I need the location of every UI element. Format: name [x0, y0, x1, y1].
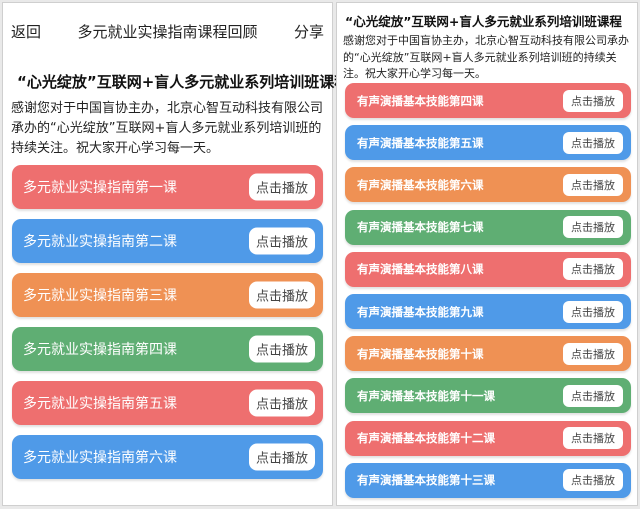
course-title: 有声演播基本技能第十二课 [357, 431, 495, 446]
course-item[interactable]: 有声演播基本技能第六课 点击播放 [345, 167, 631, 203]
share-button[interactable]: 分享 [294, 21, 324, 42]
course-item[interactable]: 多元就业实操指南第二课 点击播放 [12, 219, 323, 263]
course-title: 有声演播基本技能第九课 [357, 304, 484, 319]
course-title: 有声演播基本技能第七课 [357, 220, 484, 235]
course-item[interactable]: 多元就业实操指南第三课 点击播放 [12, 273, 323, 317]
course-item[interactable]: 多元就业实操指南第六课 点击播放 [12, 435, 323, 479]
series-heading: “心光绽放”互联网+盲人多元就业系列培训班课程 [345, 14, 622, 29]
intro-text: 感谢您对于中国盲协主办，北京心智互动科技有限公司承办的“心光绽放”互联网+盲人多… [343, 34, 629, 80]
course-title: 多元就业实操指南第三课 [23, 288, 177, 304]
play-button[interactable]: 点击播放 [249, 443, 315, 471]
course-title: 有声演播基本技能第十一课 [357, 388, 495, 403]
play-button[interactable]: 点击播放 [249, 281, 315, 309]
play-button[interactable]: 点击播放 [249, 389, 315, 417]
play-button[interactable]: 点击播放 [563, 89, 623, 112]
play-button[interactable]: 点击播放 [563, 469, 623, 492]
course-item[interactable]: 有声演播基本技能第十课 点击播放 [345, 336, 631, 372]
play-button[interactable]: 点击播放 [563, 216, 623, 239]
play-button[interactable]: 点击播放 [249, 227, 315, 255]
top-nav-bar: 返回 多元就业实操指南课程回顾 分享 [3, 3, 332, 57]
series-heading: “心光绽放”互联网+盲人多元就业系列培训班课程 [17, 73, 350, 91]
course-item[interactable]: 有声演播基本技能第八课 点击播放 [345, 251, 631, 287]
course-title: 有声演播基本技能第十课 [357, 346, 484, 361]
course-title: 多元就业实操指南第二课 [23, 234, 177, 250]
course-title: 有声演播基本技能第六课 [357, 177, 484, 192]
play-button[interactable]: 点击播放 [563, 427, 623, 450]
course-item[interactable]: 多元就业实操指南第一课 点击播放 [12, 165, 323, 209]
play-button[interactable]: 点击播放 [249, 173, 315, 201]
course-title: 多元就业实操指南第一课 [23, 180, 177, 196]
course-item[interactable]: 有声演播基本技能第十三课 点击播放 [345, 462, 631, 498]
page-title: 多元就业实操指南课程回顾 [77, 23, 258, 41]
course-item[interactable]: 有声演播基本技能第七课 点击播放 [345, 209, 631, 245]
course-title: 有声演播基本技能第五课 [357, 135, 484, 150]
course-item[interactable]: 多元就业实操指南第四课 点击播放 [12, 327, 323, 371]
intro-text: 感谢您对于中国盲协主办，北京心智互动科技有限公司承办的“心光绽放”互联网+盲人多… [11, 101, 324, 156]
course-item[interactable]: 有声演播基本技能第十一课 点击播放 [345, 378, 631, 414]
course-title: 多元就业实操指南第六课 [23, 450, 177, 466]
play-button[interactable]: 点击播放 [249, 335, 315, 363]
play-button[interactable]: 点击播放 [563, 300, 623, 323]
course-title: 有声演播基本技能第八课 [357, 262, 484, 277]
play-button[interactable]: 点击播放 [563, 384, 623, 407]
play-button[interactable]: 点击播放 [563, 173, 623, 196]
course-item[interactable]: 有声演播基本技能第十二课 点击播放 [345, 420, 631, 456]
course-title: 有声演播基本技能第四课 [357, 93, 484, 108]
course-item[interactable]: 多元就业实操指南第五课 点击播放 [12, 381, 323, 425]
play-button[interactable]: 点击播放 [563, 131, 623, 154]
course-title: 多元就业实操指南第五课 [23, 396, 177, 412]
course-item[interactable]: 有声演播基本技能第五课 点击播放 [345, 125, 631, 161]
course-title: 多元就业实操指南第四课 [23, 342, 177, 358]
right-screenshot-panel: “心光绽放”互联网+盲人多元就业系列培训班课程 感谢您对于中国盲协主办，北京心智… [336, 2, 638, 506]
play-button[interactable]: 点击播放 [563, 342, 623, 365]
course-item[interactable]: 有声演播基本技能第九课 点击播放 [345, 294, 631, 329]
course-item[interactable]: 有声演播基本技能第四课 点击播放 [345, 83, 631, 118]
left-screenshot-panel: 返回 多元就业实操指南课程回顾 分享 “心光绽放”互联网+盲人多元就业系列培训班… [2, 2, 349, 506]
play-button[interactable]: 点击播放 [563, 258, 623, 281]
course-title: 有声演播基本技能第十三课 [357, 473, 495, 488]
